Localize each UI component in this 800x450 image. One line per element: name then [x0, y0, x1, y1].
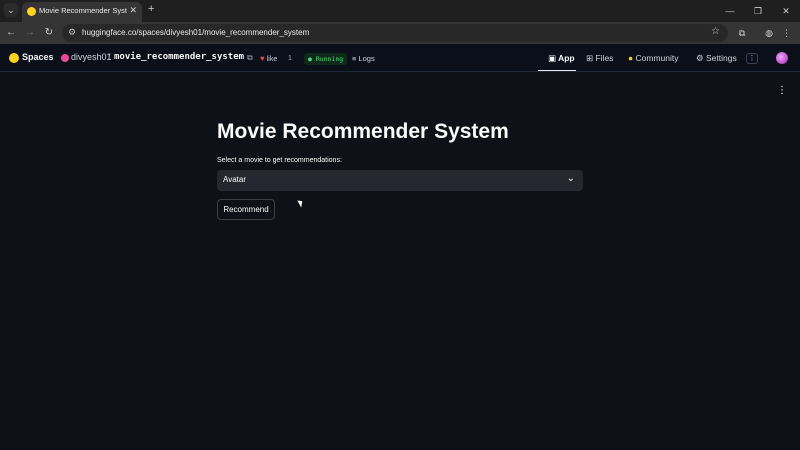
browser-tab[interactable]: Movie Recommender System - ✕ [22, 2, 142, 22]
app-area: ⋮ Movie Recommender System Select a movi… [0, 72, 800, 450]
active-tab-underline [538, 70, 576, 71]
page-title: Movie Recommender System [217, 120, 509, 143]
movie-select[interactable]: Avatar ⌄ [217, 170, 583, 191]
browser-menu-icon[interactable]: ⋮ [782, 28, 791, 38]
status-badge: ● Running [304, 53, 348, 65]
more-options-button[interactable]: ⋮ [746, 53, 758, 64]
tab-settings-label: Settings [705, 53, 737, 63]
select-label: Select a movie to get recommendations: [217, 157, 342, 164]
url-input[interactable]: ⚙ huggingface.co/spaces/divyesh01/movie_… [62, 24, 728, 42]
reload-icon[interactable]: ↻ [42, 26, 56, 40]
forward-icon[interactable]: → [23, 26, 37, 40]
selected-movie: Avatar [223, 175, 246, 184]
path-separator: / [108, 52, 111, 62]
tab-community[interactable]: ● Community [628, 52, 679, 65]
owner-avatar [61, 54, 69, 62]
favicon-icon [27, 7, 36, 16]
spaces-link[interactable]: Spaces [22, 52, 54, 62]
tab-files-label: Files [595, 53, 614, 63]
window-close-icon[interactable]: ✕ [772, 0, 800, 22]
tab-app-label: App [558, 53, 575, 63]
window-controls: — ❐ ✕ [716, 0, 800, 22]
url-text: huggingface.co/spaces/divyesh01/movie_re… [82, 28, 310, 37]
back-icon[interactable]: ← [4, 26, 18, 40]
star-icon[interactable]: ☆ [711, 26, 720, 37]
profile-icon[interactable]: ◍ [762, 26, 776, 40]
restore-icon[interactable]: ❐ [744, 0, 772, 22]
community-icon: ● [628, 53, 634, 63]
tab-settings[interactable]: ⚙ Settings [696, 52, 737, 65]
repo-link[interactable]: movie_recommender_system [114, 52, 244, 62]
kebab-menu-icon[interactable]: ⋮ [777, 86, 787, 96]
close-icon[interactable]: ✕ [129, 5, 137, 16]
heart-icon: ♥ [260, 54, 265, 63]
extensions-icon[interactable]: ⧉ [735, 26, 749, 40]
address-bar-row: ← → ↻ ⚙ huggingface.co/spaces/divyesh01/… [0, 22, 800, 44]
status-text: Running [315, 55, 344, 63]
avatar[interactable] [776, 52, 788, 64]
tab-menu-icon[interactable]: ⌄ [4, 3, 18, 17]
hf-header: Spaces divyesh01 / movie_recommender_sys… [0, 44, 800, 72]
owner-link[interactable]: divyesh01 [71, 52, 112, 62]
tab-app[interactable]: ▣ App [548, 52, 575, 65]
plus-icon[interactable]: + [148, 3, 154, 15]
logs-button[interactable]: ≡ Logs [352, 52, 375, 65]
logs-label: Logs [358, 54, 375, 63]
site-info-icon[interactable]: ⚙ [68, 27, 76, 38]
like-label: like [266, 56, 278, 63]
tab-community-label: Community [635, 53, 679, 63]
chevron-down-icon: ⌄ [566, 173, 575, 184]
hf-logo-icon[interactable] [9, 53, 19, 63]
tab-title: Movie Recommender System - [39, 6, 127, 15]
tab-files[interactable]: ⊞ Files [586, 52, 613, 65]
like-button[interactable]: ♥ like [260, 52, 277, 65]
copy-icon[interactable]: ⧉ [247, 53, 253, 63]
browser-tab-strip: ⌄ Movie Recommender System - ✕ + — ❐ ✕ [0, 0, 800, 22]
minimize-icon[interactable]: — [716, 0, 744, 22]
recommend-button[interactable]: Recommend [217, 199, 275, 220]
mouse-cursor [297, 198, 305, 208]
like-count[interactable]: 1 [288, 52, 292, 65]
